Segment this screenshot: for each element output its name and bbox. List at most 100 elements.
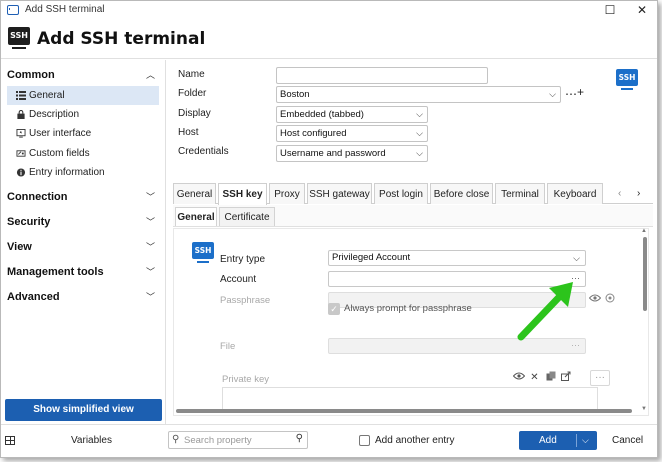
sidebar-item-general[interactable]: General: [7, 86, 159, 105]
ssh-key-icon: SSH: [192, 242, 214, 263]
chevron-down-icon: ⌵: [573, 253, 580, 263]
page-title: Add SSH terminal: [37, 29, 206, 49]
entry-type-select[interactable]: Privileged Account ⌵: [328, 250, 586, 266]
tab-before-close[interactable]: Before close: [430, 183, 493, 204]
sidebar-section-label: Security: [7, 216, 51, 228]
tab-proxy[interactable]: Proxy: [269, 183, 305, 204]
folder-select[interactable]: Boston ⌵: [276, 86, 561, 103]
display-value: Embedded (tabbed): [280, 109, 364, 120]
entry-type-value: Privileged Account: [332, 252, 411, 263]
search-icon[interactable]: ⚲: [296, 433, 303, 444]
chevron-down-icon: ﹀: [145, 267, 155, 277]
add-button-label: Add: [539, 435, 557, 446]
chevron-up-icon: ︿: [145, 70, 155, 80]
add-button[interactable]: Add ⌵: [519, 431, 597, 450]
sidebar-section-advanced[interactable]: Advanced ﹀: [7, 287, 159, 307]
generate-password-icon[interactable]: [602, 293, 617, 307]
panel-vertical-scrollbar[interactable]: ▲ ▼: [641, 228, 648, 413]
sidebar-item-user-interface[interactable]: User interface: [7, 124, 159, 143]
scroll-thumb[interactable]: [176, 409, 632, 413]
host-select[interactable]: Host configured ⌵: [276, 125, 428, 142]
chevron-down-icon: ⌵: [416, 109, 423, 119]
tab-ssh-gateway[interactable]: SSH gateway: [307, 183, 372, 204]
tab-keyboard[interactable]: Keyboard: [547, 183, 603, 204]
sidebar-item-label: Description: [29, 109, 80, 120]
always-prompt-label: Always prompt for passphrase: [344, 303, 472, 314]
window-title: Add SSH terminal: [25, 4, 105, 15]
folder-browse-button[interactable]: ⋯: [565, 87, 577, 101]
sidebar-item-custom-fields[interactable]: Custom fields: [7, 144, 159, 163]
copy-private-key-icon[interactable]: [543, 371, 558, 385]
credentials-select[interactable]: Username and password ⌵: [276, 145, 428, 162]
tab-terminal[interactable]: Terminal: [495, 183, 545, 204]
always-prompt-checkbox[interactable]: ✓: [328, 303, 340, 315]
tab-general[interactable]: General: [173, 183, 216, 204]
sidebar-item-label: User interface: [29, 128, 92, 139]
tab-scroll-right-icon[interactable]: ›: [637, 183, 640, 204]
add-another-entry-label: Add another entry: [375, 435, 455, 446]
clear-private-key-icon[interactable]: ✕: [527, 371, 542, 385]
sidebar-section-label: Common: [7, 69, 55, 81]
name-input[interactable]: [276, 67, 488, 84]
sidebar-section-security[interactable]: Security ﹀: [7, 212, 159, 232]
sidebar: Common ︿ General Description User interf…: [1, 60, 166, 424]
sidebar-section-label: View: [7, 241, 32, 253]
scroll-up-icon[interactable]: ▲: [641, 228, 647, 234]
tab-post-login[interactable]: Post login: [374, 183, 428, 204]
ssh-key-subtabs: General Certificate: [173, 205, 653, 227]
custom-fields-icon: [16, 150, 26, 157]
entry-type-label: Entry type: [220, 254, 266, 265]
sidebar-section-common[interactable]: Common ︿: [7, 65, 159, 85]
display-label: Display: [178, 108, 211, 119]
import-private-key-icon[interactable]: [559, 371, 574, 385]
private-key-label: Private key: [222, 374, 269, 385]
sidebar-section-management-tools[interactable]: Management tools ﹀: [7, 262, 159, 282]
add-folder-button[interactable]: +: [577, 85, 584, 99]
show-private-key-eye-icon[interactable]: [511, 371, 526, 385]
add-another-entry-checkbox[interactable]: [359, 435, 370, 446]
info-icon: [16, 168, 26, 177]
add-ssh-terminal-dialog: Add SSH terminal ☐ ✕ SSH Add SSH termina…: [0, 0, 658, 458]
tab-scroll-left-icon[interactable]: ‹: [618, 183, 621, 204]
show-password-eye-icon[interactable]: [587, 293, 602, 307]
subtab-certificate[interactable]: Certificate: [219, 207, 275, 226]
host-value: Host configured: [280, 128, 347, 139]
file-label: File: [220, 341, 236, 352]
name-label: Name: [178, 69, 205, 80]
panel-horizontal-scrollbar[interactable]: [174, 408, 644, 414]
host-label: Host: [178, 127, 199, 138]
maximize-button[interactable]: ☐: [601, 2, 619, 18]
credentials-value: Username and password: [280, 148, 386, 159]
chevron-down-icon: ⌵: [549, 89, 556, 99]
add-button-divider: [576, 434, 577, 447]
chevron-down-icon: ﹀: [145, 242, 155, 252]
chevron-down-icon: ⌵: [416, 128, 423, 138]
folder-value: Boston: [280, 89, 310, 100]
tab-ssh-key[interactable]: SSH key: [218, 183, 267, 205]
search-icon: ⚲: [172, 434, 180, 445]
chevron-down-icon[interactable]: ⌵: [582, 431, 589, 450]
sidebar-section-connection[interactable]: Connection ﹀: [7, 187, 159, 207]
passphrase-label: Passphrase: [220, 295, 271, 306]
monitor-icon: [16, 129, 26, 138]
chevron-down-icon: ⌵: [416, 148, 423, 158]
scroll-thumb[interactable]: [643, 237, 647, 311]
sidebar-section-label: Connection: [7, 191, 68, 203]
variables-icon[interactable]: [5, 436, 15, 445]
sidebar-section-view[interactable]: View ﹀: [7, 237, 159, 257]
display-select[interactable]: Embedded (tabbed) ⌵: [276, 106, 428, 123]
ssh-entry-icon[interactable]: SSH: [616, 69, 638, 90]
variables-button[interactable]: Variables: [71, 435, 112, 446]
main-content: SSH Name Folder Boston ⌵ ⋯ + Display Emb…: [167, 60, 657, 424]
sidebar-item-description[interactable]: Description: [7, 105, 159, 124]
show-simplified-view-button[interactable]: Show simplified view: [5, 399, 162, 421]
private-key-more-button[interactable]: ···: [590, 370, 610, 386]
search-property-input[interactable]: ⚲ Search property ⚲: [168, 431, 308, 449]
dialog-header: SSH Add SSH terminal: [1, 21, 657, 59]
subtab-general[interactable]: General: [175, 207, 217, 226]
cancel-button[interactable]: Cancel: [612, 435, 643, 446]
sidebar-item-entry-information[interactable]: Entry information: [7, 163, 159, 182]
credentials-label: Credentials: [178, 146, 229, 157]
terminal-app-icon: [7, 5, 19, 15]
close-window-button[interactable]: ✕: [633, 2, 651, 18]
